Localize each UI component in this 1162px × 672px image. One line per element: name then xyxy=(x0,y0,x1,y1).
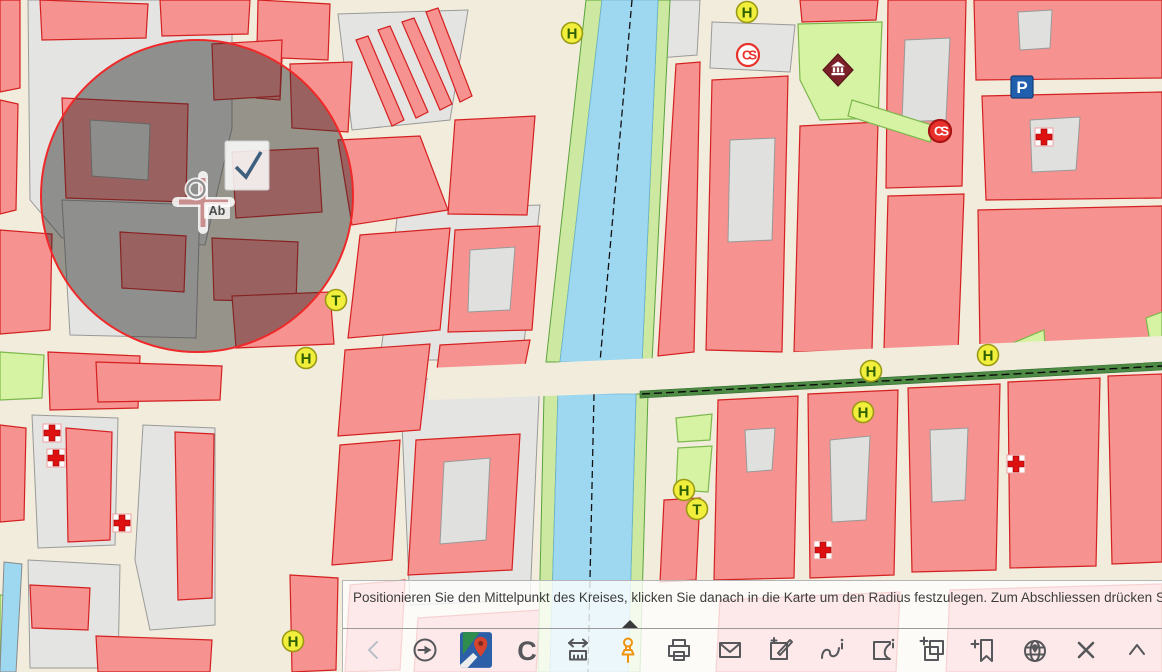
google-maps-icon xyxy=(460,632,492,668)
svg-text:H: H xyxy=(983,348,994,365)
marker-stop-t: T xyxy=(687,499,708,520)
tool-panel: Positionieren Sie den Mittelpunkt des Kr… xyxy=(342,580,1162,672)
letter-c-icon: C xyxy=(512,635,542,665)
bottom-toolbar: C xyxy=(343,629,1162,671)
marker-stop-h: H xyxy=(296,348,317,369)
svg-text:H: H xyxy=(679,483,690,500)
envelope-icon xyxy=(715,635,745,665)
printer-icon xyxy=(664,635,694,665)
marker-cross xyxy=(1035,128,1053,146)
copy-plus-icon xyxy=(918,635,948,665)
svg-text:C: C xyxy=(517,636,537,665)
map-canvas[interactable]: HHHHHHHHTTCSCSP Ab xyxy=(0,0,1162,672)
toolbar-button-mark-position[interactable] xyxy=(603,630,654,670)
svg-text:H: H xyxy=(567,26,578,43)
line-info-icon xyxy=(817,635,847,665)
svg-text:T: T xyxy=(692,502,701,519)
marker-cross xyxy=(814,541,832,559)
arrow-circle-icon xyxy=(410,635,440,665)
svg-text:H: H xyxy=(866,364,877,381)
toolbar-button-add-overlay[interactable] xyxy=(908,630,959,670)
toolbar-button-google-maps[interactable] xyxy=(451,630,502,670)
toolbar-button-measure[interactable] xyxy=(552,630,603,670)
chevron-up-icon xyxy=(1122,635,1152,665)
marker-stop-h: H xyxy=(562,23,583,44)
marker-stop-t: T xyxy=(326,290,347,311)
toolbar-button-identify-area[interactable] xyxy=(857,630,908,670)
marker-stop-h: H xyxy=(674,480,695,501)
bookmark-plus-icon xyxy=(969,635,999,665)
svg-text:H: H xyxy=(742,5,753,22)
svg-text:H: H xyxy=(288,634,299,651)
marker-cross xyxy=(47,449,65,467)
marker-cs-cs: CS xyxy=(737,44,759,66)
toolbar-button-close-toolbar[interactable] xyxy=(1060,630,1111,670)
globe-icon xyxy=(1020,635,1050,665)
svg-text:H: H xyxy=(301,351,312,368)
toolbar-button-redlining[interactable] xyxy=(756,630,807,670)
toolbar-button-identify-line[interactable] xyxy=(806,630,857,670)
toolbar-button-add-bookmark[interactable] xyxy=(959,630,1010,670)
cursor-label: Ab xyxy=(209,204,226,218)
marker-stop-h: H xyxy=(861,361,882,382)
close-x-icon xyxy=(1071,635,1101,665)
toolbar-button-history-forward[interactable] xyxy=(400,630,451,670)
marker-parking-p: P xyxy=(1011,76,1033,98)
marker-cs-cs: CS xyxy=(929,120,951,142)
measure-ruler-icon xyxy=(563,635,593,665)
edit-square-icon xyxy=(766,635,796,665)
toolbar-button-copyright[interactable]: C xyxy=(501,630,552,670)
marker-stop-h: H xyxy=(283,631,304,652)
marker-stop-h: H xyxy=(737,2,758,23)
marker-cross xyxy=(43,424,61,442)
area-info-icon xyxy=(868,635,898,665)
svg-text:H: H xyxy=(858,405,869,422)
toolbar-button-world-view[interactable] xyxy=(1010,630,1061,670)
toolbar-button-collapse-toolbar[interactable] xyxy=(1111,630,1162,670)
toolbar-button-send-mail[interactable] xyxy=(705,630,756,670)
instruction-message: Positionieren Sie den Mittelpunkt des Kr… xyxy=(343,581,1162,629)
toolbar-button-history-back[interactable] xyxy=(349,630,400,670)
confirm-circle-ok-button[interactable] xyxy=(225,141,269,190)
marker-cross xyxy=(1007,455,1025,473)
svg-text:P: P xyxy=(1016,78,1027,97)
pushpin-icon xyxy=(613,635,643,665)
map-application: HHHHHHHHTTCSCSP Ab Positionieren Sie den… xyxy=(0,0,1162,672)
active-tool-pointer-triangle xyxy=(622,620,638,628)
marker-stop-h: H xyxy=(853,402,874,423)
marker-stop-h: H xyxy=(978,345,999,366)
chevron-left-icon xyxy=(359,635,389,665)
svg-text:T: T xyxy=(331,293,340,310)
toolbar-button-print[interactable] xyxy=(654,630,705,670)
marker-cross xyxy=(113,514,131,532)
